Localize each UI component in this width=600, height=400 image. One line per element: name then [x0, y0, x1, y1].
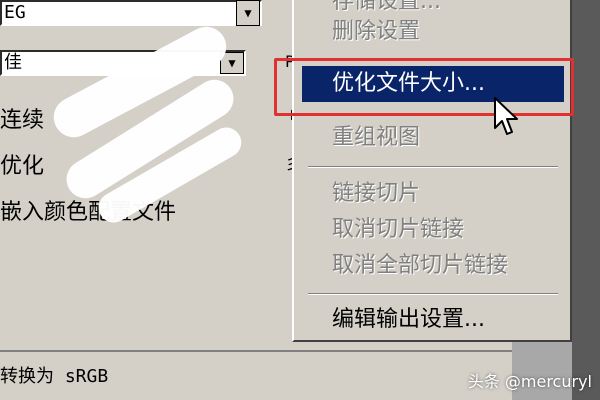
menu-item-delete-settings[interactable]: 删除设置 [302, 14, 564, 50]
window-edge [572, 0, 600, 400]
watermark-text: 头条 @mercuryl [467, 372, 592, 391]
format-select-value: EG [4, 2, 26, 23]
menu-item-edit-output-settings[interactable]: 编辑输出设置... [302, 302, 564, 338]
option-continuous-label: 连续 [0, 108, 45, 133]
quality-select-value: 佳 [4, 52, 22, 73]
menu-item-link-slices[interactable]: 链接切片 [302, 176, 564, 212]
option-optimize-label: 优化 [0, 154, 45, 179]
convert-srgb-label: 转换为 sRGB [0, 366, 109, 387]
format-dropdown-arrow-icon[interactable]: ▼ [236, 0, 260, 26]
context-menu: 存储设置... 删除设置 优化文件大小... 重组视图 链接切片 取消切片链接 … [292, 0, 572, 342]
menu-item-reorganize-views[interactable]: 重组视图 [302, 120, 564, 156]
menu-separator [308, 166, 558, 168]
format-select[interactable]: EG ▼ [0, 0, 262, 26]
mouse-pointer-icon [494, 97, 518, 135]
annotation-highlight-box [274, 58, 574, 116]
menu-separator [308, 293, 558, 295]
menu-item-unlink-all-slices[interactable]: 取消全部切片链接 [302, 248, 564, 284]
menu-item-unlink-slices[interactable]: 取消切片链接 [302, 212, 564, 248]
